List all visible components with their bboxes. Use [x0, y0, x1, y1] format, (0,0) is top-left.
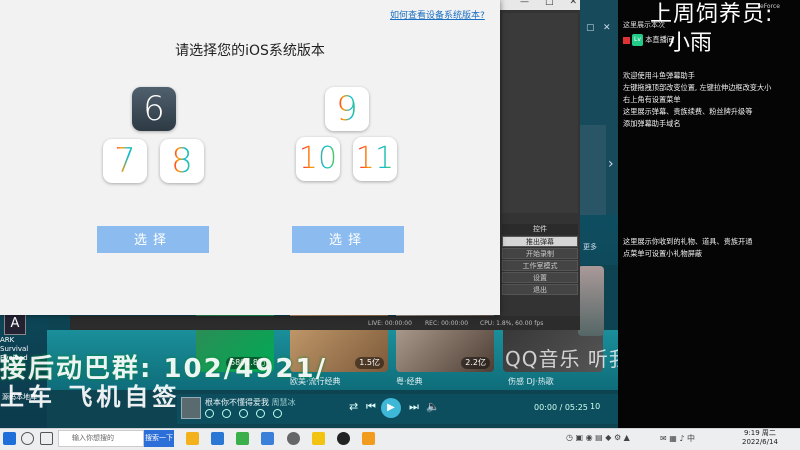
cpu-fps: CPU: 1.8%, 60.00 fps	[480, 320, 544, 327]
ios-10-icon[interactable]: 10	[296, 137, 340, 181]
dialog-title: 请选择您的iOS系统版本	[175, 43, 325, 59]
more-icon[interactable]	[273, 409, 282, 418]
recorder-menu: 控件 推出弹幕 开始录制 工作室模式 设置 退出	[502, 224, 578, 295]
like-icon[interactable]	[205, 409, 214, 418]
app-icon[interactable]	[261, 432, 274, 445]
taskbar-clock[interactable]: 9:19 周二 2022/6/14	[742, 429, 778, 447]
tip-line: 右上角有设置菜单	[623, 95, 681, 104]
menu-item-settings[interactable]: 设置	[502, 272, 578, 283]
menu-header: 控件	[502, 224, 578, 235]
tip-line: 添加弹幕助手域名	[623, 119, 681, 128]
fan-badge-icon	[623, 36, 630, 44]
taskbar-search-input[interactable]: 输入你想搜的	[58, 430, 144, 447]
ios-8-icon[interactable]: 8	[160, 139, 204, 183]
next-icon[interactable]: ⏭	[409, 400, 419, 414]
photo-thumb-right	[578, 266, 604, 336]
fans-line: Lv 本直播间	[623, 34, 674, 46]
comment-icon[interactable]	[222, 409, 231, 418]
play-mode-icon[interactable]: ⇄	[349, 400, 358, 413]
gift-tip-line: 点菜单可设置小礼物屏蔽	[623, 249, 703, 258]
streamer-title: 上周饲养员:	[650, 2, 774, 27]
stream-preview-strip	[580, 125, 606, 215]
close-icon[interactable]: ✕	[570, 0, 578, 7]
now-playing: 根本你不懂得爱我 周慧冰	[205, 397, 296, 408]
ark-app-icon[interactable]: A	[4, 313, 26, 335]
tip-line: 这里展示弹幕、贵族续费、粉丝牌升级等	[623, 107, 753, 116]
menu-item-studio-mode[interactable]: 工作室模式	[502, 260, 578, 271]
tip-line: 欢迎使用斗鱼弹幕助手	[623, 71, 695, 80]
close-icon[interactable]: ✕	[603, 23, 611, 33]
play-count: 2.2亿	[461, 357, 490, 369]
desktop-icon-label: ARK Survival Evolved	[0, 336, 29, 362]
danmaku-assistant-window	[618, 0, 800, 428]
playlist-caption: 粤·经典	[396, 377, 423, 386]
select-ios-6-8-button[interactable]: 选择	[97, 226, 209, 253]
ios-9-icon[interactable]: 9	[325, 87, 369, 131]
maximize-icon[interactable]: □	[545, 0, 554, 7]
help-link[interactable]: 如何查看设备系统版本?	[390, 8, 485, 21]
download-icon[interactable]	[239, 409, 248, 418]
live-time: LIVE: 00:00:00	[368, 320, 412, 327]
chevron-right-icon[interactable]: ›	[608, 156, 614, 172]
taskbar-search-button[interactable]: 搜索一下	[144, 430, 174, 447]
ios-7-icon[interactable]: 7	[103, 139, 147, 183]
tip-line: 左键拖拽顶部改变位置, 左键拉伸边框改变大小	[623, 83, 772, 92]
playlist-count[interactable]: 10	[590, 402, 600, 411]
ios-6-icon[interactable]: 6	[132, 87, 176, 131]
window-icon[interactable]: ▢	[586, 23, 595, 33]
album-cover[interactable]	[181, 397, 201, 419]
rec-time: REC: 00:00:00	[425, 320, 469, 327]
menu-item-push-danmaku[interactable]: 推出弹幕	[502, 236, 578, 247]
obs-icon[interactable]	[337, 432, 350, 445]
play-time: 00:00 / 05:25	[534, 403, 588, 412]
share-icon[interactable]	[256, 409, 265, 418]
minimize-icon[interactable]: —	[520, 0, 529, 7]
gift-tips-block: 这里展示你收到的礼物、道具、贵族开通 点菜单可设置小礼物屏蔽	[623, 236, 752, 260]
desktop-icon-label-2: 源码本地库	[2, 393, 37, 401]
song-artist: 周慧冰	[271, 398, 296, 407]
menu-item-start-record[interactable]: 开始录制	[502, 248, 578, 259]
search-icon[interactable]	[21, 432, 34, 445]
play-button[interactable]: ▶	[381, 398, 401, 418]
gift-tip-line: 这里展示你收到的礼物、道具、贵族开通	[623, 237, 753, 246]
tray-icons[interactable]: ◷ ▣ ◉ ▤ ◆ ⚙ ▲	[566, 433, 630, 442]
menu-item-exit[interactable]: 退出	[502, 284, 578, 295]
tips-block: 欢迎使用斗鱼弹幕助手 左键拖拽顶部改变位置, 左键拉伸边框改变大小 右上角有设置…	[623, 70, 771, 130]
recorder-preview	[502, 13, 578, 213]
task-view-icon[interactable]	[40, 432, 53, 445]
previous-icon[interactable]: ⏮	[366, 400, 376, 414]
tray-icons-2[interactable]: ✉ ▦ ♪ 中	[660, 433, 695, 444]
select-ios-9-11-button[interactable]: 选择	[292, 226, 404, 253]
player-actions	[205, 409, 282, 418]
ios-11-icon[interactable]: 11	[353, 137, 397, 181]
app-icon[interactable]	[236, 432, 249, 445]
streamer-subtitle: 小雨	[668, 31, 713, 56]
level-badge-icon: Lv	[632, 34, 643, 46]
app-icon[interactable]	[287, 432, 300, 445]
folder-icon[interactable]	[186, 432, 199, 445]
clock-date: 2022/6/14	[742, 438, 778, 446]
more-link[interactable]: 更多	[583, 242, 597, 252]
app-icon[interactable]	[362, 432, 375, 445]
start-icon[interactable]	[3, 432, 16, 445]
app-icon[interactable]	[312, 432, 325, 445]
store-icon[interactable]	[211, 432, 224, 445]
play-count: 1.5亿	[355, 357, 384, 369]
clock-time: 9:19 周二	[743, 429, 776, 437]
window-controls: — □ ✕	[520, 0, 577, 7]
volume-icon[interactable]: 🔈	[426, 400, 440, 413]
song-title: 根本你不懂得爱我	[205, 398, 269, 407]
playlist-caption: 伤感 DJ·热歌	[508, 377, 554, 386]
